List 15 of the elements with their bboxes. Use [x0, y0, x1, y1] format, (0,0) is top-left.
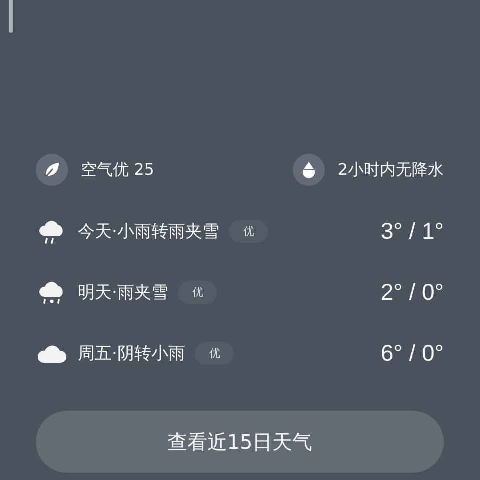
air-quality-badge: 优 — [229, 220, 268, 243]
water-drop-icon — [292, 154, 325, 186]
forecast-label: 今天·小雨转雨夹雪 — [78, 221, 220, 243]
air-quality-badge: 优 — [178, 281, 218, 304]
leaf-icon — [36, 154, 68, 186]
summary-text: 空气优 25 — [81, 160, 154, 180]
scroll-bar — [9, 0, 13, 33]
forecast-label: 周五·阴转小雨 — [78, 343, 186, 365]
temperature-range: 3° / 1° — [380, 218, 444, 245]
forecast-button[interactable]: 查看近15日天气 — [36, 411, 444, 473]
air-quality-badge: 优 — [195, 342, 234, 365]
summary-text: 2小时内无降水 — [338, 160, 444, 180]
forecast-label: 明天·雨夹雪 — [78, 282, 168, 304]
temperature-range: 6° / 0° — [380, 340, 444, 367]
temperature-range: 2° / 0° — [380, 279, 444, 306]
